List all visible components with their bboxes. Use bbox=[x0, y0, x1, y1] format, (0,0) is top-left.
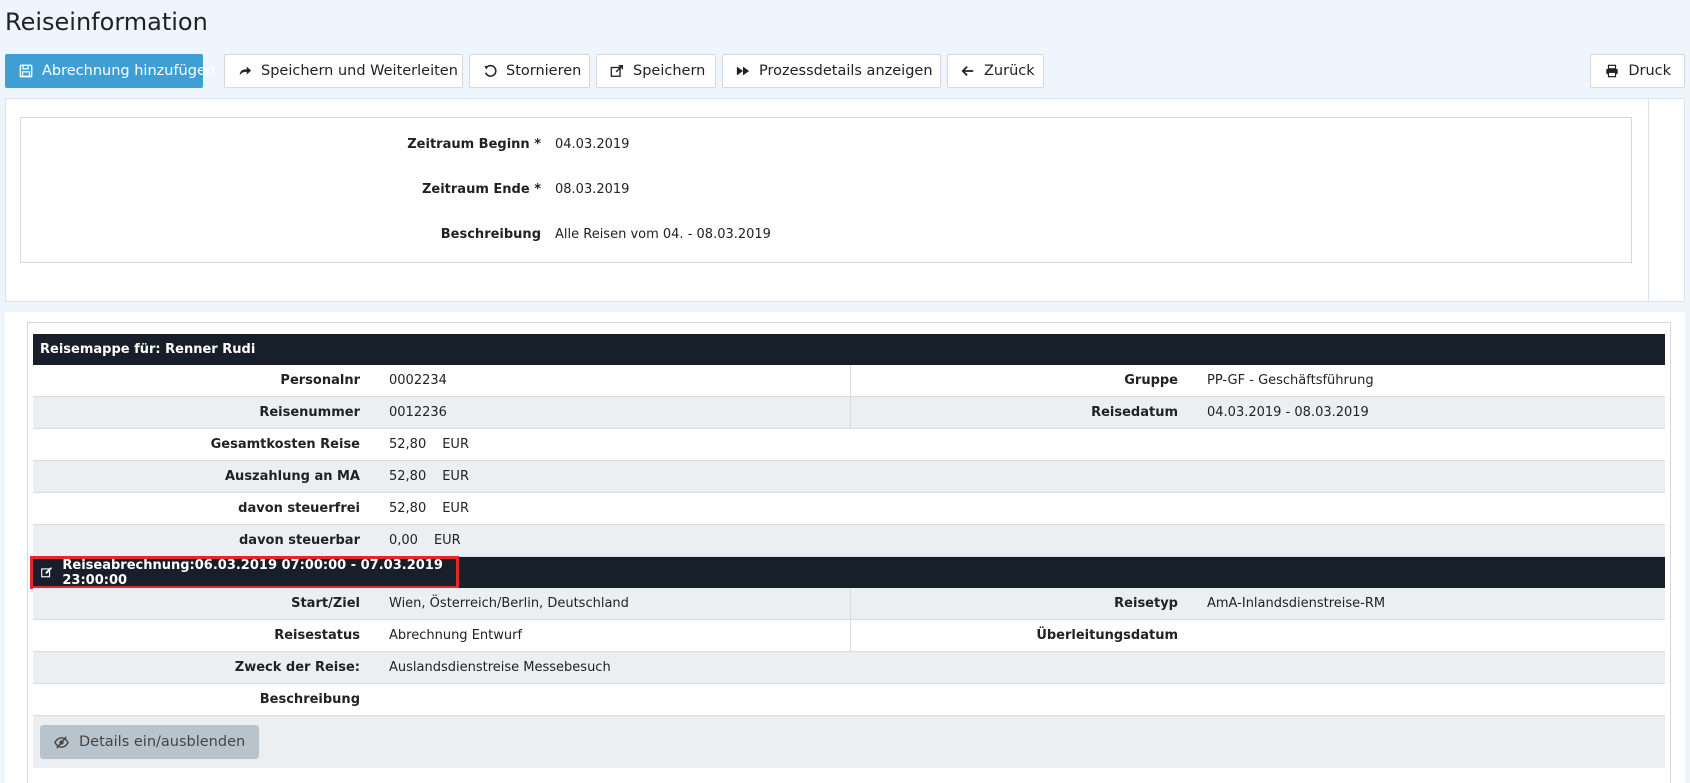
table-row: davon steuerfrei 52,80 EUR bbox=[33, 493, 1665, 525]
save-icon bbox=[19, 63, 33, 79]
reisetyp-label: Reisetyp bbox=[1114, 596, 1178, 611]
page-title: Reiseinformation bbox=[5, 8, 208, 36]
travel-folder-panel: Reisemappe für: Renner Rudi Personalnr 0… bbox=[5, 312, 1685, 783]
travel-folder-table: Reisemappe für: Renner Rudi Personalnr 0… bbox=[30, 334, 1665, 768]
currency-unit: EUR bbox=[442, 501, 469, 516]
printer-icon bbox=[1604, 63, 1619, 79]
eye-slash-icon bbox=[54, 735, 69, 749]
personalnr-label: Personalnr bbox=[280, 373, 360, 388]
fast-forward-icon bbox=[736, 63, 750, 79]
save-label: Speichern bbox=[633, 63, 706, 79]
print-label: Druck bbox=[1628, 63, 1671, 79]
gruppe-value: PP-GF - Geschäftsführung bbox=[1207, 373, 1374, 388]
undo-icon bbox=[483, 63, 497, 79]
table-row: davon steuerbar 0,00 EUR bbox=[33, 525, 1665, 557]
currency-unit: EUR bbox=[442, 437, 469, 452]
gruppe-label: Gruppe bbox=[1124, 373, 1178, 388]
gesamtkosten-label: Gesamtkosten Reise bbox=[210, 437, 360, 452]
form-row-description: Beschreibung Alle Reisen vom 04. - 08.03… bbox=[21, 224, 1631, 244]
beschreibung-label: Beschreibung bbox=[259, 692, 360, 707]
print-button[interactable]: Druck bbox=[1590, 54, 1685, 88]
panel-scrollbar[interactable] bbox=[1648, 99, 1684, 301]
cancel-label: Stornieren bbox=[506, 63, 582, 79]
personalnr-value: 0002234 bbox=[389, 373, 447, 388]
startziel-value: Wien, Österreich/Berlin, Deutschland bbox=[389, 596, 629, 611]
start-value[interactable]: 04.03.2019 bbox=[555, 137, 629, 152]
table-row: Zweck der Reise: Auslandsdienstreise Mes… bbox=[33, 652, 1665, 684]
settlement-header: Reiseabrechnung:06.03.2019 07:00:00 - 07… bbox=[30, 556, 1665, 589]
reisenummer-label: Reisenummer bbox=[259, 405, 360, 420]
description-value[interactable]: Alle Reisen vom 04. - 08.03.2019 bbox=[555, 227, 771, 242]
steuerfrei-label: davon steuerfrei bbox=[238, 501, 360, 516]
steuerbar-value: 0,00 EUR bbox=[389, 533, 461, 548]
reisedatum-label: Reisedatum bbox=[1091, 405, 1178, 420]
toggle-details-button[interactable]: Details ein/ausblenden bbox=[40, 725, 260, 759]
cancel-button[interactable]: Stornieren bbox=[469, 54, 590, 88]
back-button[interactable]: Zurück bbox=[947, 54, 1044, 88]
reisenummer-value: 0012236 bbox=[389, 405, 447, 420]
table-row: Gesamtkosten Reise 52,80 EUR bbox=[33, 429, 1665, 461]
settlement-header-highlight[interactable]: Reiseabrechnung:06.03.2019 07:00:00 - 07… bbox=[30, 556, 459, 589]
reisestatus-value: Abrechnung Entwurf bbox=[389, 628, 523, 643]
settlement-header-text: Reiseabrechnung:06.03.2019 07:00:00 - 07… bbox=[62, 557, 443, 588]
add-settlement-label: Abrechnung hinzufügen bbox=[42, 63, 216, 79]
travel-folder-card: Reisemappe für: Renner Rudi Personalnr 0… bbox=[27, 322, 1671, 783]
currency-unit: EUR bbox=[433, 533, 461, 548]
start-label: Zeitraum Beginn * bbox=[407, 136, 541, 152]
ueberleitung-label: Überleitungsdatum bbox=[1036, 628, 1178, 643]
end-label: Zeitraum Ende * bbox=[421, 181, 541, 197]
table-row: Reisenummer 0012236 Reisedatum 04.03.201… bbox=[33, 397, 1665, 429]
form-row-end: Zeitraum Ende * 08.03.2019 bbox=[21, 179, 1631, 199]
reisetyp-value: AmA-Inlandsdienstreise-RM bbox=[1207, 596, 1386, 611]
gesamtkosten-value: 52,80 EUR bbox=[389, 437, 469, 452]
toggle-details-label: Details ein/ausblenden bbox=[79, 734, 246, 750]
travel-period-panel: Zeitraum Beginn * 04.03.2019 Zeitraum En… bbox=[5, 98, 1685, 302]
startziel-label: Start/Ziel bbox=[291, 596, 360, 611]
table-row: Start/Ziel Wien, Österreich/Berlin, Deut… bbox=[33, 588, 1665, 620]
external-save-icon bbox=[610, 63, 624, 79]
save-button[interactable]: Speichern bbox=[596, 54, 716, 88]
arrow-left-icon bbox=[961, 63, 975, 79]
steuerbar-label: davon steuerbar bbox=[238, 533, 360, 548]
table-row: Reisestatus Abrechnung Entwurf Überleitu… bbox=[33, 620, 1665, 652]
process-details-button[interactable]: Prozessdetails anzeigen bbox=[722, 54, 941, 88]
travel-folder-header: Reisemappe für: Renner Rudi bbox=[33, 334, 1665, 365]
form-row-start: Zeitraum Beginn * 04.03.2019 bbox=[21, 134, 1631, 154]
travel-period-form: Zeitraum Beginn * 04.03.2019 Zeitraum En… bbox=[20, 117, 1632, 263]
save-forward-button[interactable]: Speichern und Weiterleiten bbox=[224, 54, 463, 88]
table-row: Auszahlung an MA 52,80 EUR bbox=[33, 461, 1665, 493]
table-row: Beschreibung bbox=[33, 684, 1665, 716]
add-settlement-button[interactable]: Abrechnung hinzufügen bbox=[5, 54, 215, 88]
process-details-label: Prozessdetails anzeigen bbox=[759, 63, 933, 79]
end-value[interactable]: 08.03.2019 bbox=[555, 182, 629, 197]
currency-unit: EUR bbox=[442, 469, 469, 484]
zweck-label: Zweck der Reise: bbox=[234, 660, 360, 675]
reisedatum-value: 04.03.2019 - 08.03.2019 bbox=[1207, 405, 1369, 420]
share-icon bbox=[238, 63, 252, 79]
save-forward-label: Speichern und Weiterleiten bbox=[261, 63, 458, 79]
auszahlung-label: Auszahlung an MA bbox=[225, 469, 360, 484]
edit-icon[interactable] bbox=[41, 566, 53, 579]
description-label: Beschreibung bbox=[440, 226, 541, 242]
toolbar: Abrechnung hinzufügen Speichern und Weit… bbox=[5, 54, 1685, 88]
back-label: Zurück bbox=[984, 63, 1035, 79]
steuerfrei-value: 52,80 EUR bbox=[389, 501, 469, 516]
auszahlung-value: 52,80 EUR bbox=[389, 469, 469, 484]
settlement-footer: Details ein/ausblenden bbox=[33, 716, 1665, 768]
reisestatus-label: Reisestatus bbox=[274, 628, 360, 643]
table-row: Personalnr 0002234 Gruppe PP-GF - Geschä… bbox=[33, 365, 1665, 397]
zweck-value: Auslandsdienstreise Messebesuch bbox=[389, 660, 611, 675]
